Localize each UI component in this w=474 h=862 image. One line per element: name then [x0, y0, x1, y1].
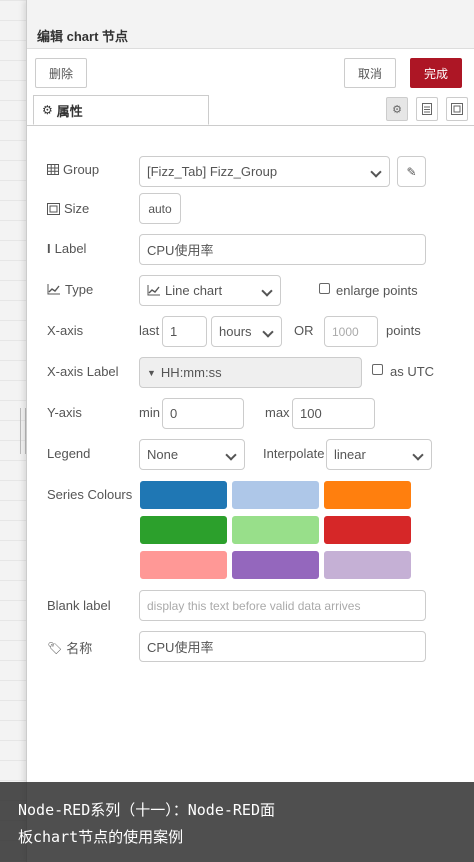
enlarge-points-label: enlarge points	[336, 283, 418, 298]
xaxis-last-input[interactable]: 1	[162, 316, 207, 347]
caption-line-2: 板chart节点的使用案例	[18, 828, 184, 846]
caption-text: Node-RED系列（十一）：Node-RED面 板chart节点的使用案例	[18, 797, 458, 851]
tag-icon: 🏷	[47, 640, 63, 655]
text-cursor-icon: I	[47, 241, 51, 256]
series-colour-swatch[interactable]	[139, 515, 228, 545]
type-select[interactable]: Line chart	[139, 275, 281, 306]
legend-label-text: Legend	[47, 446, 91, 461]
yaxis-max-input[interactable]: 100	[292, 398, 375, 429]
size-icon	[47, 202, 60, 215]
series-colour-swatch[interactable]	[231, 480, 320, 510]
interpolate-label: Interpolate	[263, 446, 325, 461]
yaxis-min-input[interactable]: 0	[162, 398, 244, 429]
xaxis-format-value: HH:mm:ss	[160, 365, 222, 380]
tray-header: 编辑 chart 节点	[27, 0, 474, 49]
cancel-button[interactable]: 取消	[344, 58, 396, 88]
xaxis-label-text: X-axis	[47, 323, 84, 338]
points-label: points	[386, 323, 421, 338]
series-colour-swatch[interactable]	[323, 550, 412, 580]
yaxis-label: Y-axis	[47, 405, 82, 420]
series-colour-swatch[interactable]	[231, 515, 320, 545]
series-colour-swatch[interactable]	[139, 550, 228, 580]
pencil-icon: ✎	[406, 164, 417, 179]
legend-select-value: None	[147, 447, 179, 462]
enlarge-points-checkbox[interactable]	[319, 283, 330, 294]
series-colour-swatch[interactable]	[323, 515, 412, 545]
group-label: Group	[63, 162, 100, 177]
blank-label-placeholder: display this text before valid data arri…	[147, 598, 361, 613]
min-label: min	[139, 405, 160, 420]
settings-tab-icon[interactable]: ⚙	[386, 97, 408, 121]
tab-properties-label: 属性	[56, 103, 83, 119]
label-label: Label	[54, 241, 87, 256]
type-label: Type	[65, 282, 94, 297]
name-label: 名称	[66, 641, 93, 656]
label-input[interactable]: CPU使用率	[139, 234, 426, 265]
edit-tray: 编辑 chart 节点 删除 取消 完成 ⚙ 属性 ⚙ Group [Fizz_…	[26, 0, 474, 862]
size-label: Size	[64, 201, 90, 216]
yaxis-label-text: Y-axis	[47, 405, 82, 420]
type-select-value: Line chart	[165, 283, 223, 298]
tab-properties[interactable]: ⚙ 属性	[33, 95, 209, 125]
series-colours-label-text: Series Colours	[47, 487, 133, 502]
blank-label-input[interactable]: display this text before valid data arri…	[139, 590, 426, 621]
name-input-value: CPU使用率	[147, 640, 214, 655]
label-label-row: I Label	[47, 241, 86, 256]
size-label-row: Size	[47, 201, 89, 216]
tray-title: 编辑 chart 节点	[37, 29, 129, 44]
yaxis-min-value: 0	[170, 406, 178, 421]
or-label: OR	[294, 323, 314, 338]
caret-down-icon: ▼	[147, 367, 156, 378]
as-utc-checkbox[interactable]	[372, 364, 383, 375]
description-tab-icon[interactable]	[416, 97, 438, 121]
edit-group-button[interactable]: ✎	[397, 156, 426, 187]
legend-select[interactable]: None	[139, 439, 245, 470]
delete-button[interactable]: 删除	[35, 58, 87, 88]
xaxis-unit-select[interactable]: hours	[211, 316, 282, 347]
group-select-value: [Fizz_Tab] Fizz_Group	[147, 164, 278, 179]
xaxis-points-placeholder: 1000	[332, 324, 359, 339]
table-icon	[47, 164, 59, 175]
done-button[interactable]: 完成	[410, 58, 462, 88]
blank-label-label-text: Blank label	[47, 598, 111, 613]
line-chart-icon	[147, 285, 160, 296]
xaxis-unit-value: hours	[219, 324, 252, 339]
xaxis-points-input[interactable]: 1000	[324, 316, 378, 347]
size-value: auto	[148, 201, 172, 216]
xaxis-label-label: X-axis Label	[47, 364, 119, 379]
series-colour-swatch[interactable]	[231, 550, 320, 580]
name-input[interactable]: CPU使用率	[139, 631, 426, 662]
appearance-tab-icon[interactable]	[446, 97, 468, 121]
xaxis-label-label-text: X-axis Label	[47, 364, 119, 379]
caption-line-1: Node-RED系列（十一）：Node-RED面	[18, 801, 275, 819]
line-chart-icon	[47, 284, 60, 295]
last-label: last	[139, 323, 160, 338]
as-utc-label: as UTC	[390, 364, 435, 379]
name-label-row: 🏷 名称	[47, 638, 92, 657]
interpolate-select[interactable]: linear	[326, 439, 432, 470]
type-label-row: Type	[47, 282, 93, 297]
tray-toolbar: 删除 取消 完成	[27, 49, 474, 95]
xaxis-label: X-axis	[47, 323, 83, 338]
gear-icon: ⚙	[42, 103, 53, 117]
xaxis-last-value: 1	[170, 324, 178, 339]
yaxis-max-value: 100	[300, 406, 322, 421]
interpolate-select-value: linear	[334, 447, 366, 462]
series-colour-swatch[interactable]	[139, 480, 228, 510]
group-select[interactable]: [Fizz_Tab] Fizz_Group	[139, 156, 390, 187]
legend-label: Legend	[47, 446, 90, 461]
max-label: max	[265, 405, 290, 420]
series-colours-label: Series Colours	[47, 487, 132, 502]
group-label-row: Group	[47, 162, 99, 177]
size-button[interactable]: auto	[139, 193, 181, 224]
label-input-value: CPU使用率	[147, 243, 214, 258]
tab-bar: ⚙ 属性 ⚙	[27, 95, 474, 126]
blank-label-label: Blank label	[47, 598, 111, 613]
xaxis-format-input[interactable]: ▼ HH:mm:ss	[139, 357, 362, 388]
series-colour-swatch[interactable]	[323, 480, 412, 510]
